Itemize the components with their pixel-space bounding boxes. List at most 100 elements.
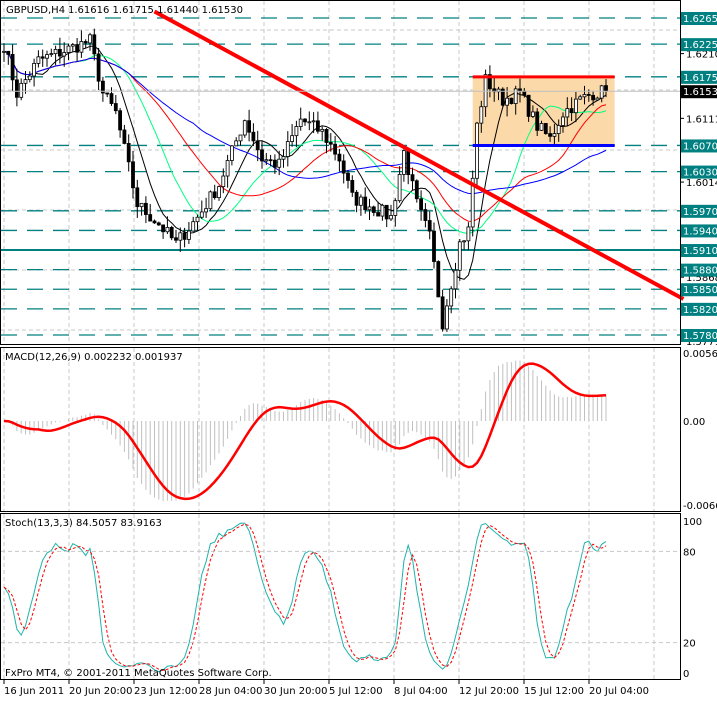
candle-body xyxy=(462,240,467,243)
candle-body xyxy=(457,241,462,271)
candle-body xyxy=(135,187,140,208)
candle-body xyxy=(75,44,79,53)
candle-body xyxy=(350,180,355,193)
candle-body xyxy=(122,129,127,144)
candle-body xyxy=(6,50,11,55)
candle-body xyxy=(401,150,406,175)
stoch-tick-label: 20 xyxy=(683,639,696,650)
candle[interactable] xyxy=(470,170,475,237)
candle-body xyxy=(384,204,389,220)
time-axis-label: 12 Jul 20:00 xyxy=(459,686,519,697)
candle-body xyxy=(229,145,234,161)
candle-body xyxy=(539,123,544,131)
candle-body xyxy=(221,175,226,188)
candle-body xyxy=(543,123,548,135)
candle-body xyxy=(320,128,325,132)
candle-body xyxy=(556,125,561,134)
time-axis-label: 23 Jun 12:00 xyxy=(134,686,198,697)
candle-body xyxy=(105,92,110,95)
candle[interactable] xyxy=(509,97,514,105)
candle[interactable] xyxy=(169,225,174,241)
candle-body xyxy=(505,97,510,106)
candle-body xyxy=(195,216,200,223)
level-label: 1.59100 xyxy=(683,246,717,257)
candle-body xyxy=(358,196,363,206)
candle-body xyxy=(449,288,454,307)
chart-canvas[interactable]: 1.621051.611151.601401.586851.577101.626… xyxy=(0,0,717,698)
candle-body xyxy=(303,118,307,123)
candle-body xyxy=(113,103,118,112)
candle-body xyxy=(2,50,6,53)
candle-body xyxy=(535,111,540,131)
candle-body xyxy=(578,96,583,100)
candle-body xyxy=(27,75,32,81)
candle-body xyxy=(272,159,277,168)
ohlc-header: 1.61616 1.61715 1.61440 1.61530 xyxy=(68,5,243,16)
candle-body xyxy=(255,140,260,151)
candle-body xyxy=(453,269,458,290)
candle-body xyxy=(307,121,312,124)
candle-body xyxy=(212,191,217,199)
candle[interactable] xyxy=(543,122,548,135)
candle[interactable] xyxy=(436,260,441,298)
candle[interactable] xyxy=(242,119,247,138)
level-label: 1.60700 xyxy=(683,141,717,152)
candle-body xyxy=(569,108,574,114)
candle-body xyxy=(247,120,252,133)
candle-body xyxy=(126,143,131,163)
level-label: 1.58200 xyxy=(683,305,717,316)
candle-body xyxy=(414,180,419,200)
candle-body xyxy=(531,111,535,117)
level-label: 1.59700 xyxy=(683,207,717,218)
candle[interactable] xyxy=(208,190,213,212)
macd-tick-label: -0.0066 xyxy=(683,501,717,512)
candle-body xyxy=(285,141,290,157)
candle-body xyxy=(156,222,161,226)
candle-body xyxy=(548,133,552,137)
candle-body xyxy=(333,143,338,155)
candle-body xyxy=(371,206,376,213)
candle-body xyxy=(199,211,204,218)
candle-body xyxy=(79,41,84,53)
candle-body xyxy=(204,208,209,213)
candle-body xyxy=(186,230,191,240)
candle-body xyxy=(217,186,221,199)
candle-body xyxy=(96,53,101,82)
macd-tick-label: 0.00560 xyxy=(683,349,717,360)
candle-body xyxy=(45,54,49,59)
level-label: 1.61750 xyxy=(683,73,717,84)
candle-body xyxy=(337,153,342,162)
stoch-tick-label: 100 xyxy=(683,517,702,528)
candle[interactable] xyxy=(414,179,419,203)
candle-body xyxy=(294,126,299,137)
candle-body xyxy=(19,82,24,98)
candle-body xyxy=(367,206,372,211)
time-axis-label: 5 Jul 12:00 xyxy=(329,686,383,697)
candle-body xyxy=(526,94,531,117)
candle-body xyxy=(604,85,608,92)
candle-body xyxy=(251,131,256,142)
stoch-header: Stoch(13,3,3) 84.5057 83.9163 xyxy=(5,518,162,529)
candle-body xyxy=(165,227,170,233)
candle-body xyxy=(178,232,183,241)
level-label: 1.58800 xyxy=(683,266,717,277)
candle-body xyxy=(281,156,286,160)
candle-body xyxy=(53,48,58,55)
candle-body xyxy=(582,94,587,98)
candle-body xyxy=(109,93,114,104)
candle[interactable] xyxy=(500,87,505,107)
candle-body xyxy=(118,110,122,131)
candle-body xyxy=(148,214,153,222)
candle-body xyxy=(62,52,67,57)
candle-body xyxy=(298,118,303,127)
candle-body xyxy=(92,34,97,55)
candle-body xyxy=(591,94,595,101)
time-axis-label: 16 Jun 2011 xyxy=(4,686,64,697)
candle-body xyxy=(23,79,28,84)
candle-body xyxy=(427,220,432,232)
candle-body xyxy=(346,172,350,181)
candle-body xyxy=(341,160,346,174)
candle-body xyxy=(88,34,92,44)
candle-body xyxy=(315,120,320,132)
candle-body xyxy=(432,230,436,262)
